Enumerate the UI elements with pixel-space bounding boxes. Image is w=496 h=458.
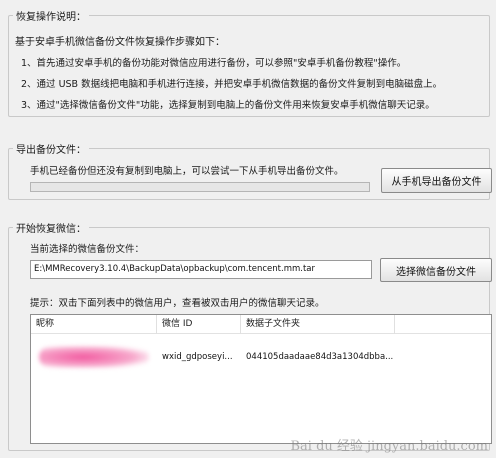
restore-info-intro: 基于安卓手机微信备份文件恢复操作步骤如下： [15,37,225,48]
restore-hint: 提示：双击下面列表中的微信用户，查看被双击用户的微信聊天记录。 [30,298,325,309]
restore-step-1: 1、首先通过安卓手机的备份功能对微信应用进行备份，可以参照"安卓手机备份教程"操… [21,58,407,69]
cell-data-folder: 044105daadaae84d3a1304dbba... [246,352,394,362]
export-backup-message: 手机已经备份但还没有复制到电脑上，可以尝试一下从手机导出备份文件。 [30,166,344,177]
export-progress-bar [30,182,370,192]
backup-file-path-input[interactable]: E:\MMRecovery3.10.4\BackupData\opbackup\… [30,260,372,279]
restore-info-title: 恢复操作说明： [13,8,89,23]
cell-nickname [31,334,157,381]
select-backup-file-button[interactable]: 选择微信备份文件 [380,258,492,282]
wechat-user-table[interactable]: 昵称 微信 ID 数据子文件夹 wxid_gdposeyi... 044105d… [30,314,492,444]
cell-wechat-id: wxid_gdposeyi... [162,352,233,362]
column-header-wechat-id[interactable]: 微信 ID [157,315,241,334]
table-header: 昵称 微信 ID 数据子文件夹 [31,315,491,334]
restore-step-2: 2、通过 USB 数据线把电脑和手机进行连接，并把安卓手机微信数据的备份文件复制… [21,79,443,90]
start-restore-title: 开始恢复微信： [13,220,89,235]
column-header-data-folder[interactable]: 数据子文件夹 [241,315,395,334]
baidu-watermark: Bai du 经验 jingyan.baidu.com [290,439,488,454]
export-backup-title: 导出备份文件： [13,141,89,156]
column-header-nickname[interactable]: 昵称 [31,315,157,334]
blurred-nickname-image [39,346,149,368]
export-from-phone-button[interactable]: 从手机导出备份文件 [381,168,492,193]
current-backup-label: 当前选择的微信备份文件： [30,244,145,255]
restore-step-3: 3、通过"选择微信备份文件"功能，选择复制到电脑上的备份文件用来恢复安卓手机微信… [21,100,435,111]
table-row[interactable]: wxid_gdposeyi... 044105daadaae84d3a1304d… [31,334,491,381]
